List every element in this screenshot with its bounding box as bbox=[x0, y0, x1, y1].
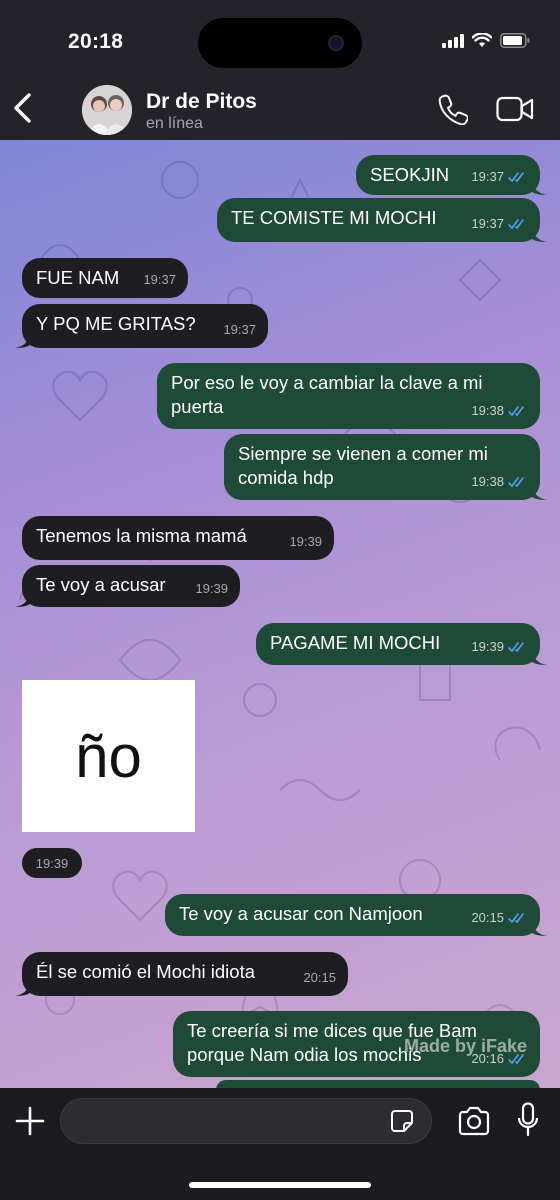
sticker-time: 19:39 bbox=[22, 848, 82, 878]
message-input[interactable] bbox=[60, 1098, 432, 1144]
message-meta: 19:39 bbox=[195, 577, 228, 601]
battery-icon bbox=[500, 33, 530, 48]
message-time: 20:15 bbox=[471, 910, 504, 925]
contact-status: en línea bbox=[146, 115, 203, 132]
signal-icon bbox=[442, 33, 464, 48]
sticker-icon[interactable] bbox=[390, 1109, 414, 1133]
message-bubble-incoming[interactable]: Tenemos la misma mamá 19:39 bbox=[22, 516, 334, 560]
message-meta: 19:39 bbox=[471, 635, 528, 659]
microphone-icon[interactable] bbox=[517, 1102, 539, 1138]
back-icon[interactable] bbox=[12, 92, 34, 124]
message-meta: 19:39 bbox=[289, 530, 322, 554]
message-bubble-incoming[interactable]: Él se comió el Mochi idiota 20:15 bbox=[15, 952, 348, 996]
bubble-tail bbox=[531, 224, 547, 242]
message-bubble-outgoing[interactable]: PAGAME MI MOCHI 19:39 bbox=[256, 623, 547, 665]
contact-name[interactable]: Dr de Pitos bbox=[146, 90, 257, 114]
message-text: Siempre se vienen a comer mi comida hdp bbox=[238, 443, 488, 488]
avatar-image bbox=[82, 85, 132, 135]
message-text: Por eso le voy a cambiar la clave a mi p… bbox=[171, 372, 483, 417]
message-time: 19:39 bbox=[289, 534, 322, 549]
bubble-tail bbox=[15, 589, 31, 607]
bubble-tail bbox=[15, 330, 31, 348]
video-icon[interactable] bbox=[496, 96, 534, 122]
message-time: 19:37 bbox=[471, 169, 504, 184]
message-meta: 19:37 bbox=[143, 268, 176, 292]
wifi-icon bbox=[472, 33, 492, 47]
sticker-text: ño bbox=[75, 722, 142, 790]
message-text: Te voy a acusar bbox=[36, 574, 166, 595]
message-text: FUE NAM bbox=[36, 267, 120, 288]
read-ticks-icon bbox=[508, 641, 524, 652]
message-meta: 19:38 bbox=[471, 470, 528, 494]
message-time: 19:39 bbox=[471, 639, 504, 654]
message-bubble-outgoing[interactable]: TE COMISTE MI MOCHI 19:37 bbox=[217, 198, 547, 242]
message-meta: 20:15 bbox=[471, 906, 528, 930]
home-indicator bbox=[189, 1182, 371, 1188]
read-ticks-icon bbox=[508, 476, 524, 487]
sticker-image[interactable]: ño bbox=[22, 680, 195, 832]
message-time: 19:37 bbox=[143, 272, 176, 287]
message-time: 19:37 bbox=[223, 322, 256, 337]
message-meta: 19:37 bbox=[471, 165, 528, 189]
bubble-tail bbox=[531, 482, 547, 500]
status-icons bbox=[442, 33, 530, 48]
message-time: 19:39 bbox=[195, 581, 228, 596]
message-bubble-outgoing[interactable]: Te voy a acusar con Namjoon 20:15 bbox=[165, 894, 547, 936]
message-bubble-outgoing[interactable]: Siempre se vienen a comer mi comida hdp … bbox=[224, 434, 547, 500]
bubble-tail bbox=[15, 978, 31, 996]
front-camera bbox=[328, 35, 344, 51]
read-ticks-icon bbox=[508, 405, 524, 416]
message-text: TE COMISTE MI MOCHI bbox=[231, 207, 437, 228]
read-ticks-icon bbox=[508, 171, 524, 182]
message-text: Y PQ ME GRITAS? bbox=[36, 313, 196, 334]
message-time: 19:37 bbox=[471, 216, 504, 231]
message-text: PAGAME MI MOCHI bbox=[270, 632, 441, 653]
message-text: Te voy a acusar con Namjoon bbox=[179, 903, 423, 924]
message-time: 19:38 bbox=[471, 403, 504, 418]
watermark: Made by iFake bbox=[404, 1036, 528, 1056]
attach-plus-icon[interactable] bbox=[14, 1105, 46, 1137]
message-bubble-outgoing[interactable]: Por eso le voy a cambiar la clave a mi p… bbox=[157, 363, 540, 429]
phone-icon[interactable] bbox=[438, 93, 468, 125]
read-ticks-icon bbox=[508, 218, 524, 229]
message-meta: 19:37 bbox=[223, 318, 256, 342]
message-time: 19:38 bbox=[471, 474, 504, 489]
dynamic-island bbox=[198, 18, 362, 68]
message-text: Tenemos la misma mamá bbox=[36, 525, 247, 546]
message-meta: 19:38 bbox=[471, 399, 528, 423]
status-time: 20:18 bbox=[68, 30, 124, 53]
avatar[interactable] bbox=[82, 85, 132, 135]
message-text: Él se comió el Mochi idiota bbox=[36, 961, 256, 982]
message-meta: 20:15 bbox=[303, 966, 336, 990]
message-bubble-incoming[interactable]: Te voy a acusar 19:39 bbox=[15, 565, 240, 607]
read-ticks-icon bbox=[508, 912, 524, 923]
bubble-tail bbox=[531, 647, 547, 665]
camera-icon[interactable] bbox=[457, 1106, 491, 1136]
message-bubble-incoming[interactable]: FUE NAM 19:37 bbox=[22, 258, 188, 298]
message-time: 20:15 bbox=[303, 970, 336, 985]
bubble-tail bbox=[531, 177, 547, 195]
message-text: SEOKJIN bbox=[370, 164, 450, 185]
top-bar: 20:18 Dr de Pitos en línea bbox=[0, 0, 560, 140]
message-bubble-outgoing[interactable]: SEOKJIN 19:37 bbox=[356, 155, 547, 195]
message-meta: 19:37 bbox=[471, 212, 528, 236]
bubble-tail bbox=[531, 918, 547, 936]
message-bubble-incoming[interactable]: Y PQ ME GRITAS? 19:37 bbox=[15, 304, 268, 348]
